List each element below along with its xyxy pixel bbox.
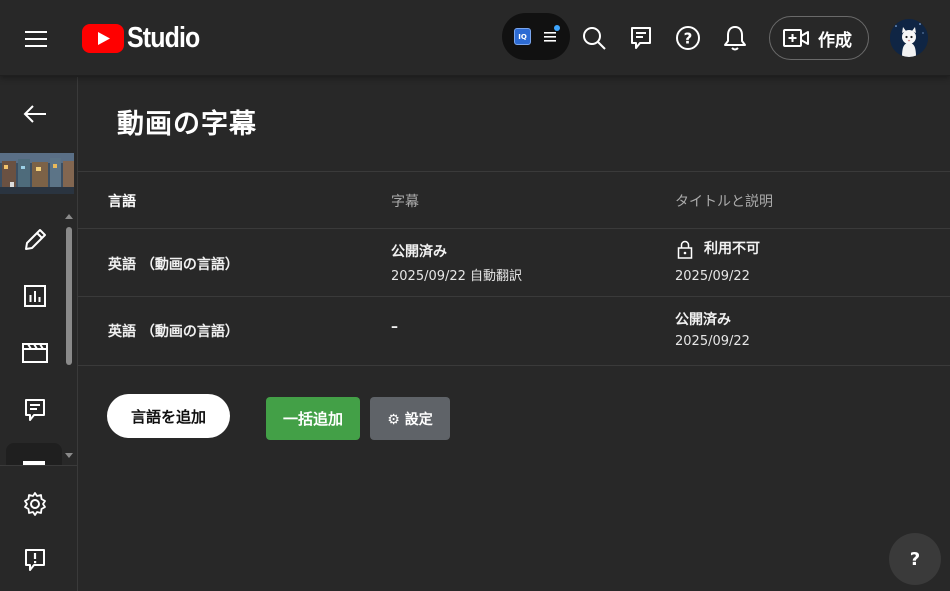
sidebar-scroll-thumb[interactable] bbox=[66, 227, 72, 365]
bulk-add-button[interactable]: 一括追加 bbox=[266, 397, 360, 440]
help-icon[interactable]: ? bbox=[674, 24, 702, 52]
feedback-icon[interactable] bbox=[627, 24, 655, 52]
svg-text:?: ? bbox=[684, 30, 693, 48]
create-label: 作成 bbox=[818, 30, 852, 51]
comments-icon[interactable] bbox=[21, 396, 49, 424]
lock-icon bbox=[677, 240, 693, 259]
title-status: 利用不可 bbox=[704, 241, 760, 257]
account-avatar[interactable] bbox=[890, 19, 928, 57]
settings-button[interactable]: ⚙ 設定 bbox=[370, 397, 450, 440]
sidebar bbox=[0, 77, 78, 591]
scroll-down-arrow-icon[interactable] bbox=[65, 453, 73, 458]
divider bbox=[78, 228, 950, 229]
settings-gear-icon[interactable] bbox=[21, 490, 49, 518]
help-fab-button[interactable]: ? bbox=[889, 533, 941, 585]
notification-dot bbox=[554, 25, 560, 31]
divider bbox=[78, 296, 950, 297]
send-feedback-icon[interactable] bbox=[21, 546, 49, 574]
extension-pill[interactable]: IQ bbox=[502, 13, 570, 60]
search-icon[interactable] bbox=[580, 24, 608, 52]
analytics-icon[interactable] bbox=[21, 282, 49, 310]
column-header-title-description: タイトルと説明 bbox=[675, 194, 773, 210]
top-bar: Studio IQ ? 作成 bbox=[0, 0, 950, 76]
column-header-subtitles: 字幕 bbox=[391, 194, 419, 210]
video-add-icon bbox=[783, 29, 809, 47]
menu-icon[interactable] bbox=[22, 24, 52, 54]
row-language: 英語 （動画の言語） bbox=[108, 257, 239, 273]
row-language: 英語 （動画の言語） bbox=[108, 324, 239, 340]
title-date: 2025/09/22 bbox=[675, 334, 750, 349]
notifications-bell-icon[interactable] bbox=[721, 24, 749, 52]
editor-clapperboard-icon[interactable] bbox=[21, 339, 49, 367]
edit-pencil-icon[interactable] bbox=[21, 226, 49, 254]
subtitles-status[interactable]: – bbox=[391, 319, 398, 335]
back-arrow-icon[interactable] bbox=[21, 100, 49, 128]
subtitles-icon bbox=[23, 461, 45, 465]
subtitles-status[interactable]: 公開済み bbox=[391, 241, 447, 261]
title-date: 2025/09/22 bbox=[675, 269, 750, 284]
sidebar-item-subtitles[interactable] bbox=[6, 443, 62, 465]
extension-iq-icon[interactable]: IQ bbox=[514, 28, 531, 45]
youtube-play-icon bbox=[82, 23, 124, 53]
column-header-language: 言語 bbox=[108, 194, 136, 210]
create-button[interactable]: 作成 bbox=[769, 16, 869, 60]
video-thumbnail[interactable] bbox=[0, 153, 74, 194]
subtitles-detail: 2025/09/22 自動翻訳 bbox=[391, 269, 523, 284]
add-language-button[interactable]: 言語を追加 bbox=[107, 394, 230, 438]
sidebar-divider bbox=[0, 465, 78, 466]
title-status[interactable]: 公開済み bbox=[675, 309, 731, 329]
logo-text: Studio bbox=[127, 21, 200, 54]
scroll-up-arrow-icon[interactable] bbox=[65, 214, 73, 219]
divider bbox=[78, 365, 950, 366]
youtube-studio-logo[interactable]: Studio bbox=[82, 20, 211, 56]
divider bbox=[78, 171, 950, 172]
page-title: 動画の字幕 bbox=[117, 109, 257, 140]
